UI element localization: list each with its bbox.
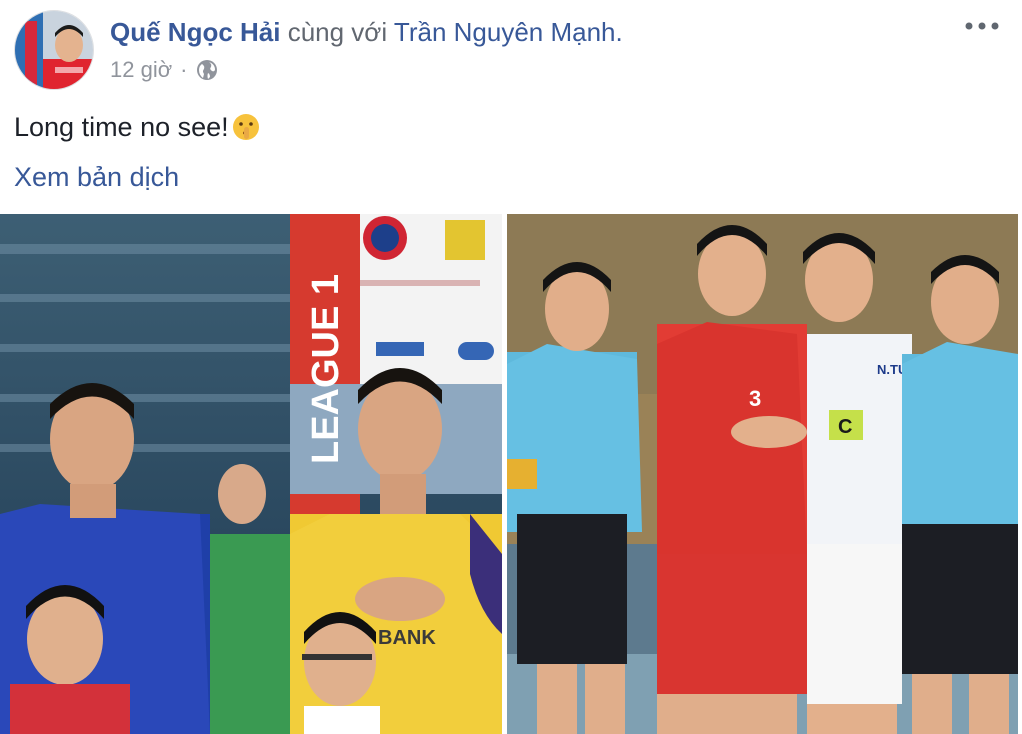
author-name-link[interactable]: Quế Ngọc Hải xyxy=(110,17,280,47)
photo-anthem[interactable]: LEAGUE 1 BANK xyxy=(0,214,502,734)
see-translation-link[interactable]: Xem bản dịch xyxy=(14,160,179,194)
captain-armband-text: C xyxy=(838,416,852,438)
meta-separator: · xyxy=(180,57,188,82)
post-timestamp[interactable]: 12 giờ xyxy=(110,56,172,84)
author-avatar[interactable] xyxy=(14,10,94,90)
more-horizontal-icon xyxy=(965,22,999,30)
photo-captains[interactable]: 3 C N.TUẤN xyxy=(507,214,1018,734)
with-text: cùng với xyxy=(280,17,394,47)
player-number-text: 3 xyxy=(749,386,761,411)
post-text: Long time no see! xyxy=(14,112,229,142)
post-meta: 12 giờ · xyxy=(110,56,219,84)
post-header: Quế Ngọc Hải cùng với Trần Nguyên Mạnh. xyxy=(110,16,623,48)
post-body: Long time no see! xyxy=(14,110,261,144)
facebook-post: Quế Ngọc Hải cùng với Trần Nguyên Mạnh. … xyxy=(0,0,1022,734)
shushing-face-icon xyxy=(231,112,261,142)
more-options-button[interactable] xyxy=(962,12,1002,40)
league-banner-text: LEAGUE 1 xyxy=(305,274,347,464)
shirt-sponsor-text: BANK xyxy=(378,627,436,649)
globe-icon[interactable] xyxy=(195,58,219,82)
tagged-person-link[interactable]: Trần Nguyên Mạnh. xyxy=(394,17,623,47)
